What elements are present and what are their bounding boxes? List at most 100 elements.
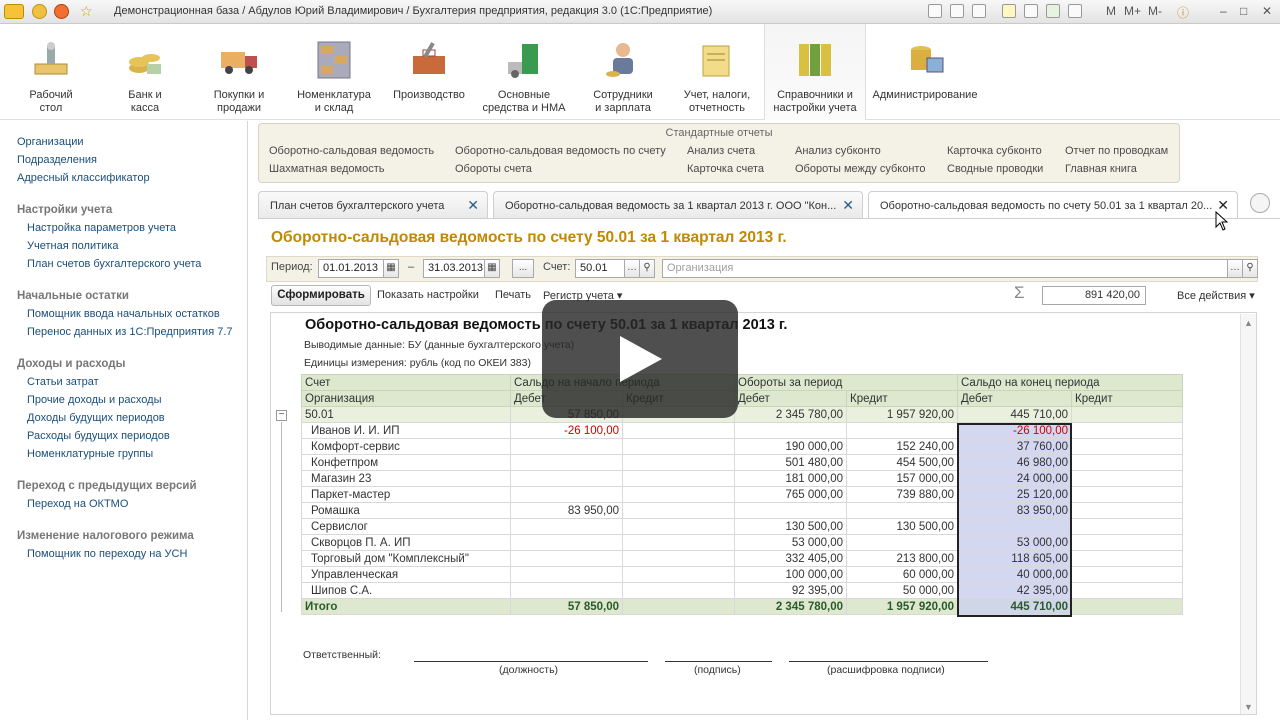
- scroll-down-icon[interactable]: ▼: [1244, 702, 1253, 712]
- table-cell[interactable]: [510, 582, 623, 599]
- table-cell[interactable]: [622, 518, 735, 535]
- table-cell[interactable]: 332 405,00: [734, 550, 847, 567]
- maximize-icon[interactable]: □: [1240, 4, 1247, 18]
- table-cell[interactable]: [1071, 598, 1183, 615]
- table-cell[interactable]: 53 000,00: [734, 534, 847, 551]
- table-cell[interactable]: [1071, 422, 1183, 439]
- table-row[interactable]: Шипов С.А. 92 395,00 50 000,00 42 395,00: [301, 582, 1183, 599]
- nav-link-departments[interactable]: Подразделения: [17, 154, 97, 166]
- table-cell[interactable]: 213 800,00: [846, 550, 958, 567]
- section-purchases-sales[interactable]: Покупки и продажи: [198, 24, 280, 120]
- tab-chart-of-accounts[interactable]: План счетов бухгалтерского учета ✕: [258, 191, 488, 218]
- table-cell[interactable]: Ромашка: [301, 502, 511, 519]
- table-cell[interactable]: [1071, 534, 1183, 551]
- table-cell[interactable]: 83 950,00: [510, 502, 623, 519]
- table-cell[interactable]: 181 000,00: [734, 470, 847, 487]
- table-cell[interactable]: Паркет-мастер: [301, 486, 511, 503]
- history-icon[interactable]: [54, 4, 69, 19]
- table-cell[interactable]: -26 100,00: [957, 422, 1072, 439]
- table-cell[interactable]: [510, 550, 623, 567]
- table-cell[interactable]: [622, 534, 735, 551]
- table-cell[interactable]: Торговый дом "Комплексный": [301, 550, 511, 567]
- generate-button[interactable]: Сформировать: [271, 285, 371, 306]
- table-cell[interactable]: [957, 518, 1072, 535]
- table-row[interactable]: Скворцов П. А. ИП 53 000,00 53 000,00: [301, 534, 1183, 551]
- table-row[interactable]: Ромашка 83 950,00 83 950,00: [301, 502, 1183, 519]
- table-cell[interactable]: [622, 566, 735, 583]
- table-cell[interactable]: Конфетпром: [301, 454, 511, 471]
- table-cell[interactable]: [846, 534, 958, 551]
- calendar-to-icon[interactable]: ▦: [484, 259, 500, 278]
- table-cell[interactable]: 37 760,00: [957, 438, 1072, 455]
- table-cell[interactable]: 24 000,00: [957, 470, 1072, 487]
- table-cell[interactable]: 765 000,00: [734, 486, 847, 503]
- table-cell[interactable]: [622, 598, 735, 615]
- app-logo-icon[interactable]: [4, 4, 24, 19]
- nav-link-balance-assistant[interactable]: Помощник ввода начальных остатков: [27, 308, 220, 320]
- organization-select-icon[interactable]: …: [1227, 259, 1243, 278]
- info-icon[interactable]: ⓘ: [1177, 4, 1189, 21]
- report-link-osv[interactable]: Оборотно-сальдовая ведомость: [269, 145, 434, 157]
- section-production[interactable]: Производство: [388, 24, 470, 120]
- table-cell[interactable]: [846, 422, 958, 439]
- table-cell[interactable]: Шипов С.А.: [301, 582, 511, 599]
- nav-link-accounting-policy[interactable]: Учетная политика: [27, 240, 118, 252]
- table-cell[interactable]: 130 500,00: [846, 518, 958, 535]
- print-button[interactable]: Печать: [495, 289, 531, 301]
- table-cell[interactable]: 190 000,00: [734, 438, 847, 455]
- tab-osv-quarter[interactable]: Оборотно-сальдовая ведомость за 1 кварта…: [493, 191, 863, 218]
- nav-link-oktmo[interactable]: Переход на ОКТМО: [27, 498, 128, 510]
- memory-m-plus-button[interactable]: M+: [1124, 4, 1141, 18]
- account-input[interactable]: 50.01: [575, 259, 625, 278]
- save-icon[interactable]: [928, 4, 942, 18]
- section-nomenclature-warehouse[interactable]: Номенклатура и склад: [292, 24, 376, 120]
- table-cell[interactable]: 42 395,00: [957, 582, 1072, 599]
- report-scrollbar[interactable]: ▲ ▼: [1240, 314, 1256, 714]
- table-cell[interactable]: [1071, 550, 1183, 567]
- table-cell[interactable]: 83 950,00: [957, 502, 1072, 519]
- table-cell[interactable]: 40 000,00: [957, 566, 1072, 583]
- table-row[interactable]: Торговый дом "Комплексный" 332 405,00 213 …: [301, 550, 1183, 567]
- table-cell[interactable]: 152 240,00: [846, 438, 958, 455]
- close-tab-icon[interactable]: ✕: [467, 197, 479, 214]
- table-cell[interactable]: [1071, 518, 1183, 535]
- table-cell[interactable]: 454 500,00: [846, 454, 958, 471]
- table-cell[interactable]: -26 100,00: [510, 422, 623, 439]
- print-icon[interactable]: [950, 4, 964, 18]
- table-cell[interactable]: [1071, 566, 1183, 583]
- organization-search-icon[interactable]: ⚲: [1242, 259, 1258, 278]
- show-settings-button[interactable]: Показать настройки: [377, 289, 479, 301]
- nav-link-usn-assistant[interactable]: Помощник по переходу на УСН: [27, 548, 187, 560]
- table-cell[interactable]: [1071, 406, 1183, 423]
- section-administration[interactable]: Администрирование: [870, 24, 980, 120]
- table-cell[interactable]: [1071, 438, 1183, 455]
- close-icon[interactable]: ✕: [1262, 4, 1272, 18]
- table-cell[interactable]: Иванов И. И. ИП: [301, 422, 511, 439]
- calendar-icon[interactable]: [1068, 4, 1082, 18]
- close-tab-icon[interactable]: ✕: [842, 197, 854, 214]
- table-cell[interactable]: 2 345 780,00: [734, 406, 847, 423]
- section-desktop[interactable]: Рабочий стол: [10, 24, 92, 120]
- table-row[interactable]: Конфетпром 501 480,00 454 500,00 46 980,00: [301, 454, 1183, 471]
- report-link-general-ledger[interactable]: Главная книга: [1065, 163, 1137, 175]
- section-bank-cash[interactable]: Банк и касса: [104, 24, 186, 120]
- collapse-group-icon[interactable]: −: [276, 410, 287, 421]
- link-icon[interactable]: [1024, 4, 1038, 18]
- table-cell[interactable]: 92 395,00: [734, 582, 847, 599]
- table-cell[interactable]: 1 957 920,00: [846, 598, 958, 615]
- nav-link-accounting-params[interactable]: Настройка параметров учета: [27, 222, 176, 234]
- all-actions-dropdown[interactable]: Все действия ▾: [1177, 289, 1255, 302]
- table-cell[interactable]: 445 710,00: [957, 598, 1072, 615]
- section-employees-salary[interactable]: Сотрудники и зарплата: [580, 24, 666, 120]
- tabs-dropdown-icon[interactable]: [1250, 193, 1270, 213]
- table-cell[interactable]: [1071, 502, 1183, 519]
- account-search-icon[interactable]: ⚲: [639, 259, 655, 278]
- table-cell[interactable]: 25 120,00: [957, 486, 1072, 503]
- nav-link-deferred-expenses[interactable]: Расходы будущих периодов: [27, 430, 170, 442]
- favorite-add-icon[interactable]: [1002, 4, 1016, 18]
- period-select-button[interactable]: ...: [512, 259, 534, 278]
- table-cell[interactable]: Итого: [301, 598, 511, 615]
- section-accounting-taxes-reports[interactable]: Учет, налоги, отчетность: [676, 24, 758, 120]
- table-row[interactable]: Комфорт-сервис 190 000,00 152 240,00 37 760…: [301, 438, 1183, 455]
- menu-dropdown-icon[interactable]: [32, 4, 47, 19]
